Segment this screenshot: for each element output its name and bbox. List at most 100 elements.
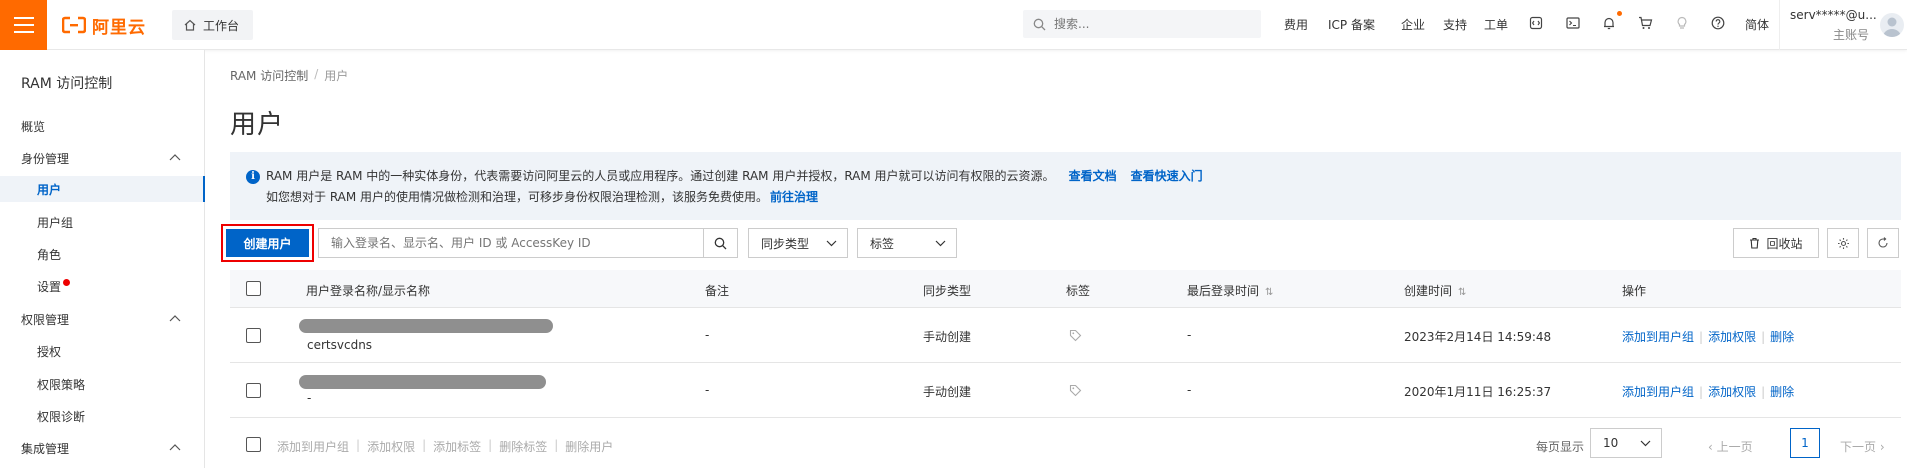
nav-fees[interactable]: 费用 (1284, 16, 1308, 33)
language-switch[interactable]: 简体 (1745, 16, 1769, 33)
sidebar-group-label: 身份管理 (21, 151, 70, 166)
sidebar-group-integration[interactable]: 集成管理 (0, 435, 205, 461)
refresh-icon (1878, 237, 1888, 248)
create-user-button[interactable]: 创建用户 (226, 229, 309, 257)
tag-icon[interactable] (1069, 329, 1082, 342)
sidebar-item-diagnosis[interactable]: 权限诊断 (0, 403, 205, 429)
account-type: 主账号 (1832, 28, 1869, 42)
cart-icon[interactable] (1636, 14, 1654, 32)
footer-select-all-checkbox[interactable] (246, 437, 261, 452)
bulk-add-permission[interactable]: 添加权限 (367, 438, 415, 455)
next-page-button[interactable]: 下一页 › (1840, 438, 1885, 455)
sidebar-item-label: 权限诊断 (37, 409, 86, 424)
user-display-name[interactable]: certsvcdns (307, 338, 372, 352)
sidebar-item-roles[interactable]: 角色 (0, 241, 205, 267)
redacted-login-name (299, 375, 546, 389)
lightbulb-icon[interactable] (1673, 14, 1691, 32)
account-name[interactable]: serv*****@u... (1790, 8, 1877, 22)
quickstart-link[interactable]: 查看快速入门 (1131, 166, 1203, 187)
sidebar-item-label: 用户组 (37, 215, 74, 230)
sidebar-item-label: 角色 (37, 247, 62, 262)
action-separator: | (1761, 385, 1766, 399)
column-header-name: 用户登录名称/显示名称 (306, 284, 431, 298)
workbench-button[interactable]: 工作台 (172, 10, 254, 40)
sidebar-group-label: 权限管理 (21, 312, 70, 327)
bulk-remove-tags[interactable]: 删除标签 (499, 438, 547, 455)
refresh-button[interactable] (1867, 228, 1899, 258)
nav-support[interactable]: 支持 (1443, 16, 1467, 33)
bulk-add-to-group[interactable]: 添加到用户组 (277, 438, 349, 455)
user-last-login: - (1187, 328, 1192, 342)
page-size-select[interactable]: 10 (1590, 428, 1662, 458)
current-page-button[interactable]: 1 (1790, 428, 1820, 458)
sidebar-item-label: 概览 (21, 119, 46, 134)
add-permission-action[interactable]: 添加权限 (1708, 385, 1756, 399)
sidebar-item-users[interactable]: 用户 (0, 176, 205, 202)
select-all-checkbox[interactable] (246, 281, 261, 296)
user-filter-input[interactable] (319, 229, 704, 257)
sync-type-select[interactable]: 同步类型 (748, 228, 848, 258)
sync-type-select-label: 同步类型 (761, 236, 810, 251)
page-size-value: 10 (1603, 436, 1619, 450)
nav-ticket[interactable]: 工单 (1484, 16, 1508, 33)
delete-action[interactable]: 删除 (1770, 385, 1794, 399)
bulk-add-tags[interactable]: 添加标签 (433, 438, 481, 455)
column-header-sync-type: 同步类型 (923, 284, 972, 298)
sidebar-item-settings[interactable]: 设置 (0, 273, 205, 299)
column-settings-button[interactable] (1827, 228, 1859, 258)
user-display-name[interactable]: - (307, 391, 311, 405)
hamburger-menu-button[interactable] (0, 0, 47, 50)
delete-action[interactable]: 删除 (1770, 330, 1794, 344)
chevron-up-icon (169, 444, 181, 451)
tag-icon[interactable] (1069, 384, 1082, 397)
table-row: certsvcdns - 手动创建 - 2023年2月14日 14:59:48 … (230, 308, 1901, 363)
menu-icon-line (13, 17, 34, 19)
column-header-last-login[interactable]: 最后登录时间 ⇅ (1187, 282, 1273, 299)
user-created-time: 2023年2月14日 14:59:48 (1404, 330, 1552, 344)
sort-icon: ⇅ (1458, 287, 1467, 298)
tags-select[interactable]: 标签 (857, 228, 957, 258)
row-checkbox[interactable] (246, 383, 261, 398)
avatar[interactable] (1880, 13, 1904, 37)
sidebar-item-label: 用户 (37, 182, 62, 197)
aliyun-logo[interactable]: 阿里云 (62, 13, 146, 38)
column-header-created[interactable]: 创建时间 ⇅ (1404, 282, 1466, 299)
view-docs-link[interactable]: 查看文档 (1069, 166, 1117, 187)
sidebar-group-permissions[interactable]: 权限管理 (0, 306, 205, 332)
prev-page-button[interactable]: ‹ 上一页 (1708, 438, 1753, 455)
sidebar-item-overview[interactable]: 概览 (0, 113, 205, 139)
cloud-shell-icon[interactable] (1527, 14, 1545, 32)
sidebar-item-policies[interactable]: 权限策略 (0, 371, 205, 397)
notification-dot (1617, 11, 1622, 16)
nav-icp[interactable]: ICP 备案 (1328, 16, 1375, 33)
action-separator: | (1761, 330, 1766, 344)
bulk-delete-users[interactable]: 删除用户 (565, 438, 613, 455)
filter-search-button[interactable] (703, 229, 737, 257)
sidebar-item-grants[interactable]: 授权 (0, 338, 205, 364)
add-permission-action[interactable]: 添加权限 (1708, 330, 1756, 344)
recycle-bin-button[interactable]: 回收站 (1733, 228, 1819, 258)
column-header-actions: 操作 (1622, 284, 1647, 298)
chevron-up-icon (169, 154, 181, 161)
row-checkbox[interactable] (246, 328, 261, 343)
add-to-group-action[interactable]: 添加到用户组 (1622, 330, 1694, 344)
action-separator: | (1699, 385, 1704, 399)
terminal-icon[interactable] (1564, 14, 1582, 32)
global-search[interactable] (1023, 10, 1261, 38)
nav-enterprise[interactable]: 企业 (1401, 16, 1425, 33)
add-to-group-action[interactable]: 添加到用户组 (1622, 385, 1694, 399)
bulk-separator: | (422, 438, 427, 452)
governance-link[interactable]: 前往治理 (770, 187, 818, 208)
bell-icon[interactable] (1600, 14, 1618, 32)
bulk-separator: | (554, 438, 559, 452)
user-sync-type: 手动创建 (923, 385, 972, 399)
info-line-1: i RAM 用户是 RAM 中的一种实体身份，代表需要访问阿里云的人员或应用程序… (246, 166, 1901, 187)
row-actions: 添加到用户组 | 添加权限 | 删除 (1622, 328, 1794, 345)
breadcrumb-root[interactable]: RAM 访问控制 (230, 67, 308, 84)
sidebar-group-identity[interactable]: 身份管理 (0, 145, 205, 171)
help-icon[interactable] (1709, 14, 1727, 32)
table-row: - - 手动创建 - 2020年1月11日 16:25:37 添加到用户组 | 添加… (230, 363, 1901, 418)
global-search-input[interactable] (1054, 17, 1244, 31)
users-table: 用户登录名称/显示名称 备注 同步类型 标签 最后登录时间 ⇅ 创建时间 ⇅ 操作 … (230, 270, 1901, 418)
sidebar-item-user-groups[interactable]: 用户组 (0, 209, 205, 235)
